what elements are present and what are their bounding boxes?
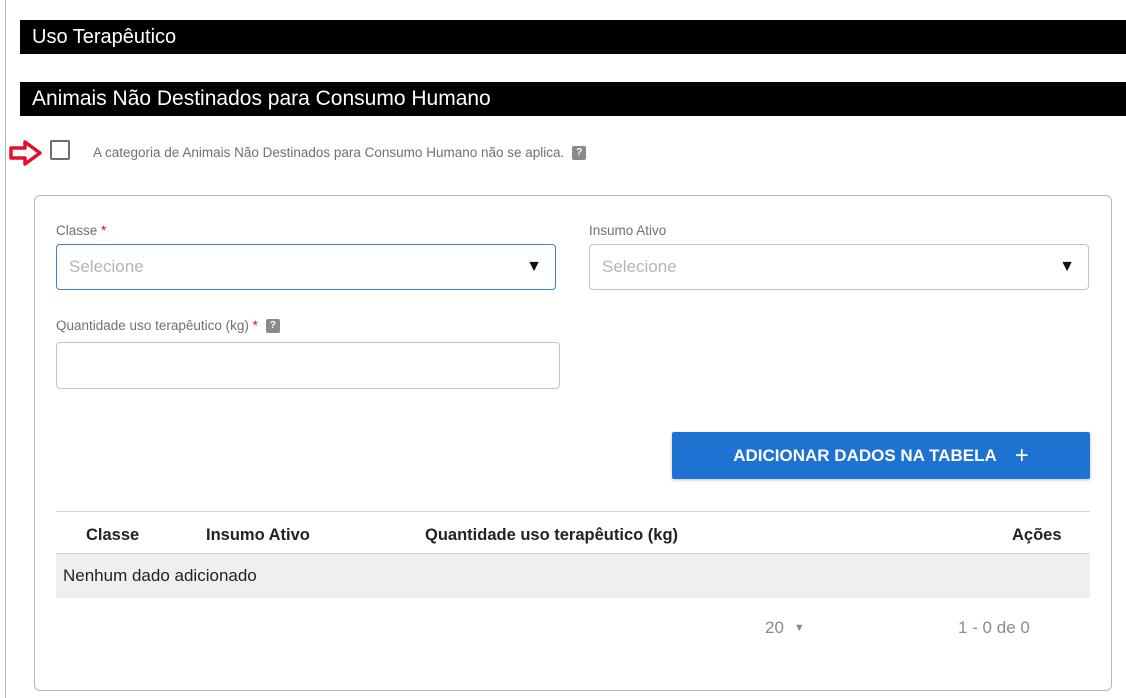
- subsection-header: Animais Não Destinados para Consumo Huma…: [20, 82, 1126, 116]
- column-header-classe: Classe: [86, 526, 140, 544]
- pagination-range: 1 - 0 de 0: [958, 618, 1030, 637]
- insumo-ativo-label-text: Insumo Ativo: [589, 223, 667, 238]
- quantidade-label-text: Quantidade uso terapêutico (kg): [56, 318, 249, 333]
- not-applicable-label: A categoria de Animais Não Destinados pa…: [93, 145, 587, 161]
- chevron-down-icon: ▼: [1059, 258, 1075, 275]
- quantidade-input[interactable]: [56, 342, 560, 389]
- classe-label: Classe *: [56, 223, 106, 238]
- table-empty-row: Nenhum dado adicionado: [56, 554, 1090, 598]
- classe-label-text: Classe: [56, 223, 98, 238]
- required-mark: *: [252, 318, 258, 333]
- left-border-line: [5, 0, 6, 698]
- column-header-quantidade: Quantidade uso terapêutico (kg): [425, 526, 679, 544]
- classe-select[interactable]: Selecione ▼: [56, 244, 556, 290]
- help-icon[interactable]: ?: [265, 319, 280, 334]
- required-mark: *: [101, 223, 107, 238]
- page-size-select[interactable]: 20 ▼: [765, 618, 805, 638]
- not-applicable-text: A categoria de Animais Não Destinados pa…: [93, 145, 565, 160]
- insumo-ativo-select[interactable]: Selecione ▼: [589, 244, 1089, 290]
- chevron-down-icon: ▼: [526, 258, 542, 275]
- arrow-right-icon: [9, 140, 42, 166]
- insumo-ativo-label: Insumo Ativo: [589, 223, 666, 238]
- column-header-acoes: Ações: [1012, 526, 1062, 544]
- section-header: Uso Terapêutico: [20, 20, 1126, 54]
- column-header-insumo-ativo: Insumo Ativo: [206, 526, 310, 544]
- add-to-table-label: ADICIONAR DADOS NA TABELA: [733, 446, 997, 465]
- plus-icon: +: [1014, 442, 1029, 469]
- insumo-ativo-placeholder: Selecione: [602, 257, 677, 276]
- add-to-table-button[interactable]: ADICIONAR DADOS NA TABELA +: [672, 432, 1090, 479]
- not-applicable-checkbox[interactable]: [50, 140, 70, 160]
- quantidade-label: Quantidade uso terapêutico (kg) *?: [56, 318, 280, 334]
- page-size-value: 20: [765, 618, 784, 637]
- chevron-down-icon: ▼: [793, 622, 805, 634]
- classe-placeholder: Selecione: [69, 257, 144, 276]
- table-top-divider: [56, 511, 1090, 512]
- help-icon[interactable]: ?: [572, 146, 587, 161]
